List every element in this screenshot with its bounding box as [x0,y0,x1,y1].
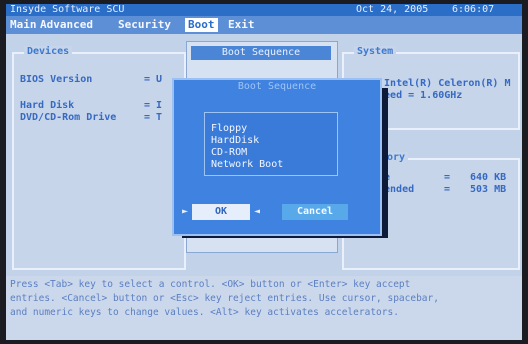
ok-focus-arrow-left-icon: ◄ [254,206,261,217]
boot-sequence-dialog: Boot Sequence Floppy HardDisk CD-ROM Net… [172,78,382,236]
menu-security[interactable]: Security [118,18,171,32]
devices-panel-title: Devices [24,46,73,58]
ok-button[interactable]: OK [192,204,250,220]
boot-option-network[interactable]: Network Boot [211,159,283,171]
help-line-3: and numeric keys to change values. <Alt>… [10,307,399,318]
base-memory-value: 640 KB [470,172,507,183]
app-title: Insyde Software SCU [10,4,125,15]
bios-version-value: = U [144,74,163,85]
menu-main[interactable]: Main [10,18,37,32]
boot-option-floppy[interactable]: Floppy [211,123,247,135]
title-bar: Insyde Software SCU Oct 24, 2005 6:06:07 [6,4,522,16]
extended-memory-value: 503 MB [470,184,507,195]
cpu-value: = Intel(R) Celeron(R) M [372,78,511,89]
boot-order-list[interactable]: Floppy HardDisk CD-ROM Network Boot [204,112,338,176]
boot-sequence-item[interactable]: Boot Sequence [191,46,331,60]
menu-exit[interactable]: Exit [228,18,255,32]
hard-disk-label: Hard Disk [20,100,75,111]
boot-option-cdrom[interactable]: CD-ROM [211,147,247,159]
hard-disk-value: = I [144,100,163,111]
base-memory-sep: = [444,172,451,183]
extended-memory-sep: = [444,184,451,195]
dvd-drive-value: = T [144,112,163,123]
cancel-button[interactable]: Cancel [282,204,348,220]
dvd-drive-label: DVD/CD-Rom Drive [20,112,117,123]
bios-screen: Insyde Software SCU Oct 24, 2005 6:06:07… [6,4,522,340]
menu-boot[interactable]: Boot [185,18,218,32]
boot-option-harddisk[interactable]: HardDisk [211,135,259,147]
help-bar: Press <Tab> key to select a control. <OK… [6,276,522,340]
menu-advanced[interactable]: Advanced [40,18,93,32]
bios-version-label: BIOS Version [20,74,93,85]
help-line-2: entries. <Cancel> button or <Esc> key re… [10,293,439,304]
ok-focus-arrow-icon: ► [182,206,189,217]
time-display: 6:06:07 [452,4,495,15]
dialog-title: Boot Sequence [237,81,317,92]
system-panel-title: System [354,46,397,58]
help-line-1: Press <Tab> key to select a control. <OK… [10,279,411,290]
date-display: Oct 24, 2005 [356,4,429,15]
devices-panel: Devices BIOS Version = U Hard Disk = I D… [12,46,186,270]
